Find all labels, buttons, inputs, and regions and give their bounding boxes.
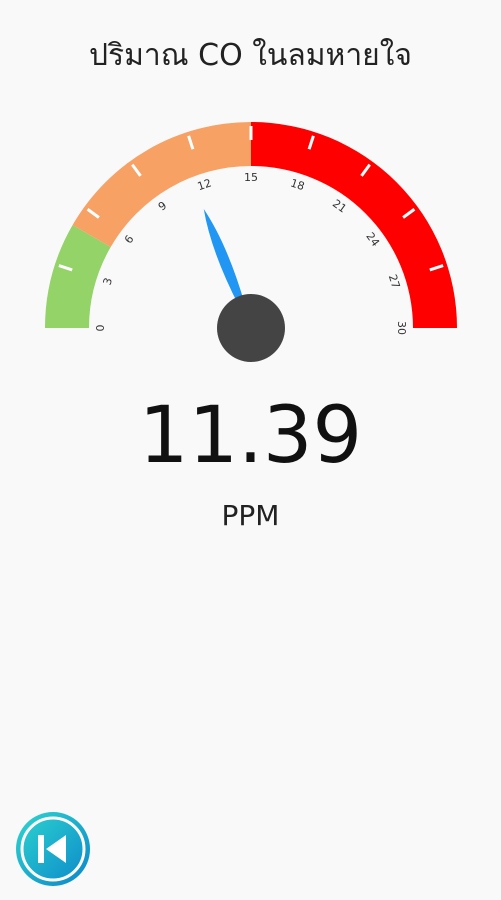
gauge-tick-label: 27 — [386, 273, 403, 290]
gauge-hub — [217, 294, 285, 362]
gauge-zone-1 — [72, 122, 251, 247]
gauge-tick-label: 9 — [156, 199, 169, 214]
gauge-tick-label: 0 — [94, 325, 107, 332]
gauge-tick-label: 15 — [244, 171, 258, 184]
gauge-tick-label: 24 — [363, 230, 382, 249]
gauge-tick-label: 18 — [289, 177, 306, 194]
co-reading-unit: PPM — [221, 499, 280, 532]
gauge-tick-label: 21 — [330, 197, 349, 216]
co-reading-value: 11.39 — [138, 391, 363, 481]
gauge-tick-label: 6 — [122, 233, 137, 246]
gauge-tick-label: 3 — [101, 276, 116, 287]
gauge-tick-label: 30 — [395, 321, 408, 335]
skip-back-icon — [16, 812, 90, 886]
co-gauge: 0 3 6 9 12 15 18 21 24 27 30 — [45, 122, 457, 362]
gauge-needle — [203, 209, 245, 307]
gauge-zone-2 — [251, 122, 457, 328]
gauge-tick-label: 12 — [196, 177, 213, 194]
back-button[interactable] — [15, 811, 91, 887]
co-breath-screen: ปริมาณ CO ในลมหายใจ 0 3 6 9 12 15 18 21 24 27 30 1… — [0, 0, 501, 900]
